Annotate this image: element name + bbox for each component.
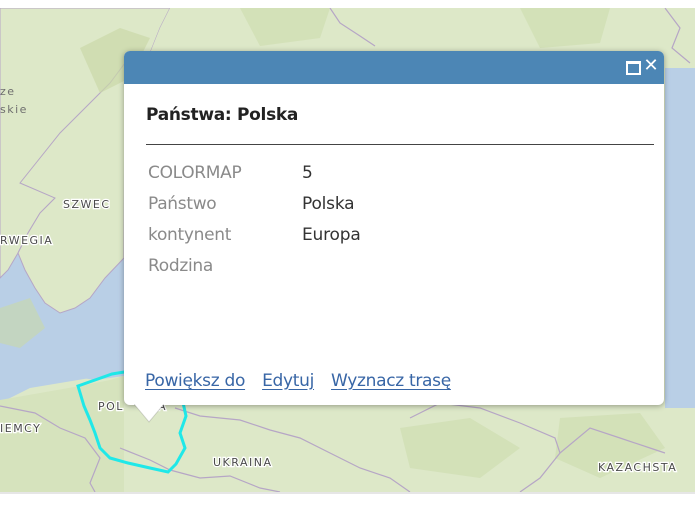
attribute-name: Rodzina <box>148 255 213 276</box>
divider <box>146 144 654 145</box>
edit-link[interactable]: Edytuj <box>262 371 314 391</box>
directions-link[interactable]: Wyznacz trasę <box>331 371 451 391</box>
popup-header: ✕ <box>124 51 664 84</box>
map-label-sweden: SZWEC <box>63 198 111 211</box>
attribute-row: Rodzina <box>148 250 361 281</box>
map-label-kazakhstan: KAZACHSTA <box>598 461 677 474</box>
attribute-name: kontynent <box>148 224 232 245</box>
attribute-name: Państwo <box>148 193 217 214</box>
popup-pointer <box>134 404 164 423</box>
map-label-norway: RWEGIA <box>0 234 53 247</box>
feature-popup: ✕ Państwa: Polska COLORMAP 5 Państwo Pol… <box>124 51 664 423</box>
close-icon[interactable]: ✕ <box>643 57 659 75</box>
attribute-row: kontynent Europa <box>148 219 361 250</box>
maximize-icon[interactable] <box>625 60 641 75</box>
attribute-name: COLORMAP <box>148 162 242 183</box>
map-label: skie <box>0 103 28 116</box>
attribute-table: COLORMAP 5 Państwo Polska kontynent Euro… <box>148 157 361 281</box>
map-label: ze <box>0 85 16 98</box>
attribute-row: Państwo Polska <box>148 188 361 219</box>
zoom-to-link[interactable]: Powiększ do <box>145 371 245 391</box>
map-label-ukraine: UKRAINA <box>213 456 272 469</box>
popup-title: Państwa: Polska <box>146 105 299 125</box>
attribute-row: COLORMAP 5 <box>148 157 361 188</box>
map-label-germany: IEMCY <box>0 422 41 435</box>
attribute-value: 5 <box>302 162 313 183</box>
attribute-value: Polska <box>302 193 355 214</box>
map-label-poland: POL <box>98 400 124 413</box>
popup-actions: Powiększ do Edytuj Wyznacz trasę <box>145 371 468 391</box>
attribute-value: Europa <box>302 224 361 245</box>
